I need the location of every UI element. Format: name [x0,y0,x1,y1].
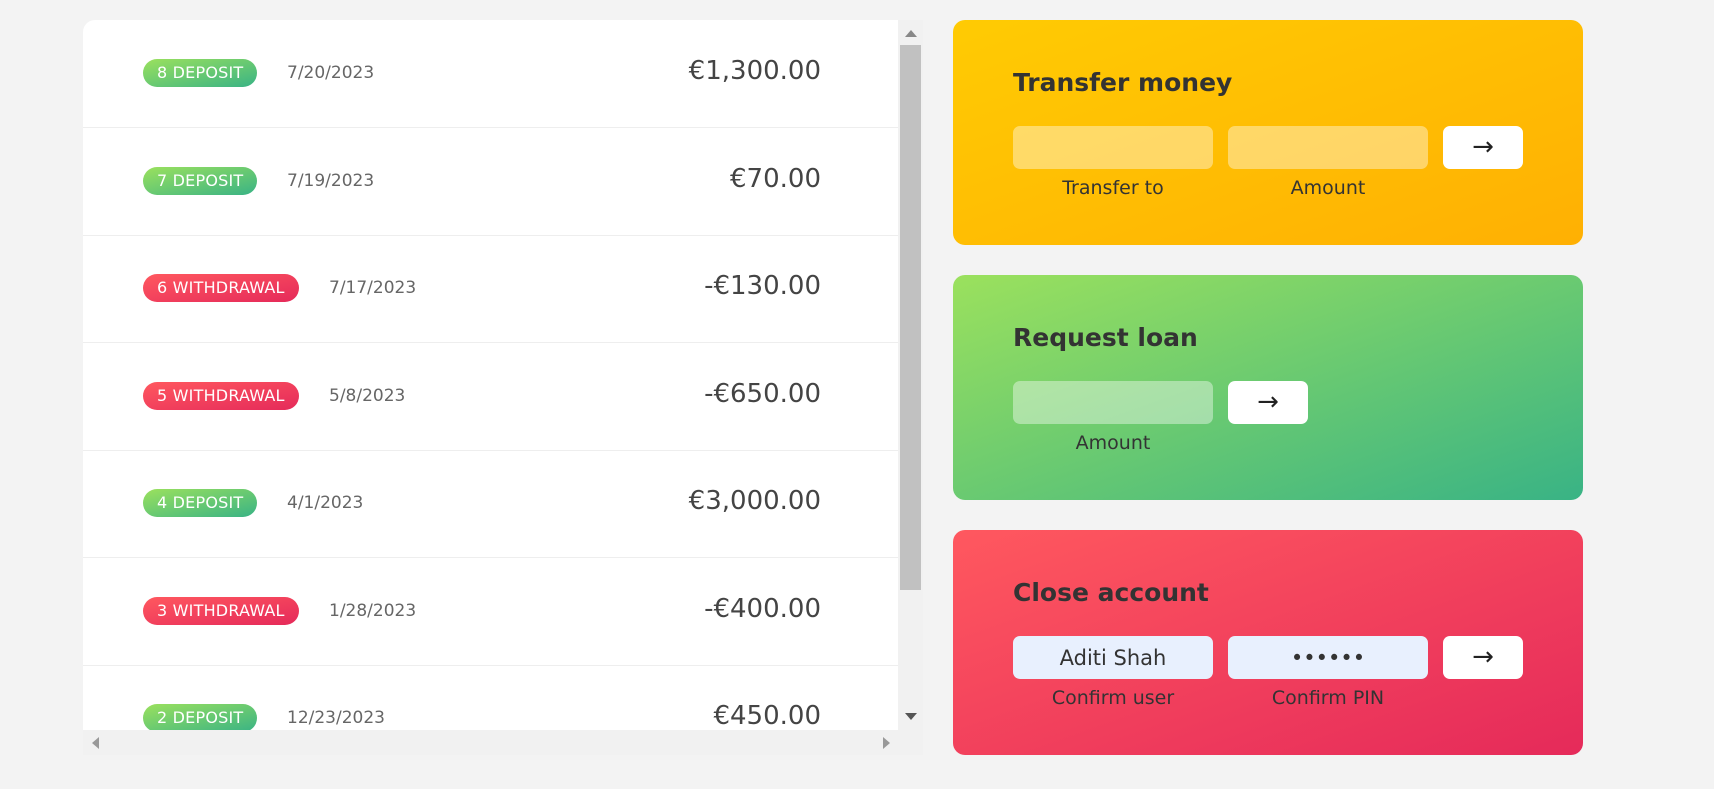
movement-type-badge: 6 WITHDRAWAL [143,274,299,302]
movement-row: 3 WITHDRAWAL 1/28/2023 -€400.00 [83,558,898,666]
close-account-card: Close account → Confirm user Confirm PIN [953,530,1583,755]
movement-date: 5/8/2023 [329,385,406,406]
confirm-user-label: Confirm user [1051,687,1175,709]
movement-date: 4/1/2023 [287,493,364,513]
right-arrow-icon: → [1472,642,1494,672]
movement-row: 7 DEPOSIT 7/19/2023 €70.00 [83,128,898,236]
request-loan-card: Request loan → Amount [953,275,1583,500]
transfer-submit-button[interactable]: → [1443,126,1523,169]
close-title: Close account [1013,578,1209,607]
movement-value: -€650.00 [704,378,821,409]
movement-value: -€400.00 [704,593,821,624]
scroll-right-icon[interactable] [883,737,890,749]
movement-value: €70.00 [730,163,821,194]
movement-row: 5 WITHDRAWAL 5/8/2023 -€650.00 [83,343,898,451]
movement-value: -€130.00 [704,271,821,301]
movement-value: €1,300.00 [688,56,821,86]
transfer-amount-label: Amount [1290,177,1366,199]
loan-amount-label: Amount [1075,432,1151,454]
transfer-title: Transfer money [1013,68,1233,97]
movement-value: €450.00 [713,701,821,730]
scroll-left-icon[interactable] [92,737,99,749]
movement-date: 7/17/2023 [329,278,417,298]
movement-type-badge: 2 DEPOSIT [143,704,258,730]
movement-row: 2 DEPOSIT 12/23/2023 €450.00 [83,665,898,730]
loan-amount-input[interactable] [1013,381,1213,424]
scroll-up-icon[interactable] [905,30,917,37]
movement-type-badge: 3 WITHDRAWAL [143,596,299,625]
movement-type-badge: 7 DEPOSIT [143,166,258,195]
movement-row: 8 DEPOSIT 7/20/2023 €1,300.00 [83,20,898,128]
confirm-pin-input[interactable] [1228,636,1428,679]
movement-row: 4 DEPOSIT 4/1/2023 €3,000.00 [83,450,898,558]
movement-type-badge: 4 DEPOSIT [143,489,258,517]
movements-list[interactable]: 8 DEPOSIT 7/20/2023 €1,300.00 7 DEPOSIT 7/19… [83,20,898,730]
movement-value: €3,000.00 [688,486,821,516]
transfer-to-input[interactable] [1013,126,1213,169]
movement-date: 12/23/2023 [287,708,385,728]
scrollbar-thumb[interactable] [900,45,921,590]
movement-type-badge: 5 WITHDRAWAL [143,381,299,410]
scroll-down-icon[interactable] [905,713,917,720]
right-arrow-icon: → [1472,132,1494,162]
transfer-to-label: Transfer to [1062,177,1164,199]
movements-panel: 8 DEPOSIT 7/20/2023 €1,300.00 7 DEPOSIT 7/19… [83,20,923,755]
movement-type-badge: 8 DEPOSIT [143,59,258,87]
movement-date: 7/20/2023 [287,63,375,83]
transfer-money-card: Transfer money → Transfer to Amount [953,20,1583,245]
confirm-pin-label: Confirm PIN [1271,687,1385,709]
confirm-user-input[interactable] [1013,636,1213,679]
movement-row: 6 WITHDRAWAL 7/17/2023 -€130.00 [83,235,898,343]
horizontal-scrollbar[interactable] [83,730,923,755]
close-submit-button[interactable]: → [1443,636,1523,679]
loan-title: Request loan [1013,323,1198,352]
movement-date: 7/19/2023 [287,170,375,191]
right-arrow-icon: → [1257,387,1279,417]
transfer-amount-input[interactable] [1228,126,1428,169]
movement-date: 1/28/2023 [329,600,417,621]
vertical-scrollbar[interactable] [898,20,923,730]
loan-submit-button[interactable]: → [1228,381,1308,424]
